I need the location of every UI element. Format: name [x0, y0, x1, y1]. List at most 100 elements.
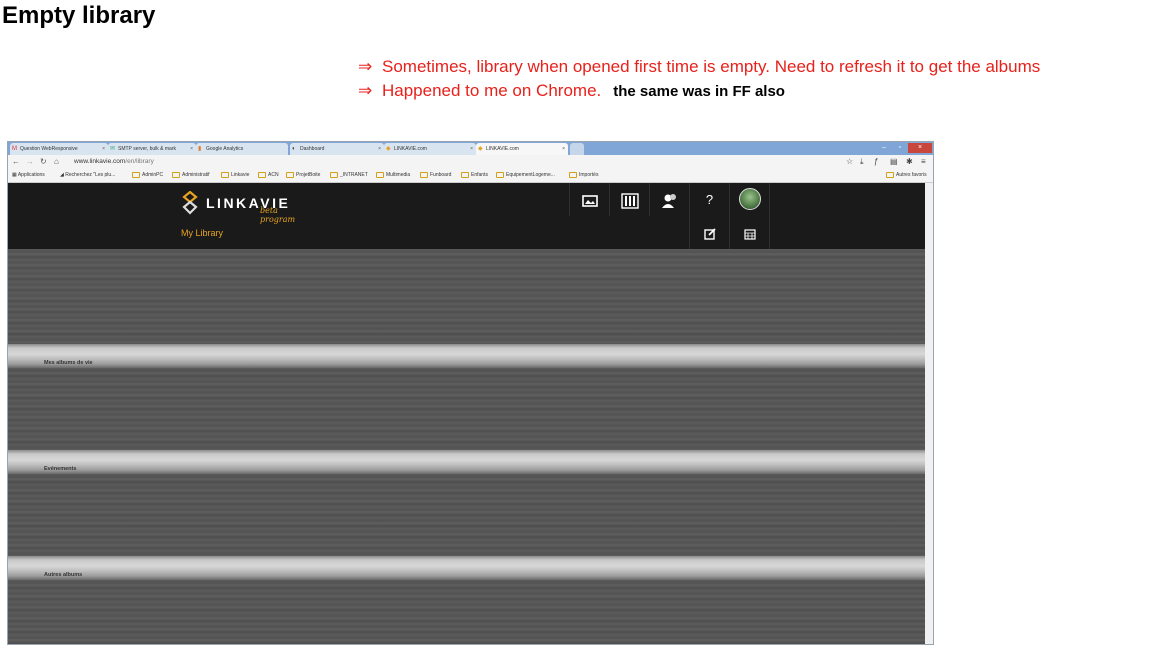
- photo-icon: [581, 194, 598, 207]
- close-icon[interactable]: ×: [378, 143, 381, 155]
- edit-button[interactable]: [689, 216, 729, 249]
- browser-screenshot: M Question WebResponsive × ✉ SMTP server,…: [7, 141, 934, 645]
- bookmark-label: Autres favoris: [896, 172, 927, 178]
- note-firefox-text: the same was in FF also: [613, 83, 785, 100]
- bookmarks-bar: ▦ Applications ◢ Recherchez "Les plu... …: [8, 169, 933, 183]
- calendar-icon: [743, 228, 756, 240]
- tab-analytics[interactable]: ▮ Google Analytics: [196, 143, 288, 155]
- close-icon[interactable]: ×: [102, 143, 105, 155]
- bookmark-importes[interactable]: Importés: [569, 171, 598, 180]
- minimize-icon[interactable]: –: [876, 143, 892, 153]
- bookmark-label: EquipementLogeme...: [506, 172, 555, 178]
- home-icon[interactable]: ⌂: [54, 156, 59, 168]
- shelf-label: Evénements: [44, 466, 77, 472]
- tab-label: Google Analytics: [206, 146, 244, 152]
- contacts-button[interactable]: [649, 183, 689, 216]
- download-icon[interactable]: ⤓: [860, 156, 864, 168]
- site-header: LINKAVIE beta program My Library ?: [8, 183, 927, 249]
- folder-icon: [461, 171, 469, 178]
- new-tab-button[interactable]: [570, 143, 584, 155]
- bookmark-enfants[interactable]: Enfants: [461, 171, 488, 180]
- print-icon[interactable]: ▤: [890, 156, 898, 168]
- shelf-label: Mes albums de vie: [44, 360, 93, 366]
- bookmark-projetboite[interactable]: ProjetBoite: [286, 171, 320, 180]
- breadcrumb-my-library[interactable]: My Library: [181, 228, 223, 238]
- bookmark-label: _INTRANET: [340, 172, 368, 178]
- tab-linkavie-active[interactable]: ◆ LINKAVIE.com ×: [476, 143, 568, 155]
- reload-icon[interactable]: ↻: [40, 156, 47, 168]
- tab-dashboard[interactable]: ◐ Dashboard ×: [290, 143, 384, 155]
- bookmark-linkavie[interactable]: Linkavie: [221, 171, 249, 180]
- bookmark-multimedia[interactable]: Multimedia: [376, 171, 410, 180]
- shelf-area: [8, 368, 927, 450]
- calendar-button[interactable]: [729, 216, 770, 249]
- bookmark-administratif[interactable]: Administratif: [172, 171, 210, 180]
- tab-bar: M Question WebResponsive × ✉ SMTP server,…: [8, 142, 933, 155]
- bookmark-label: ACN: [268, 172, 279, 178]
- close-icon[interactable]: ×: [470, 143, 473, 155]
- folder-icon: [132, 171, 140, 178]
- close-window-icon[interactable]: ×: [908, 143, 932, 153]
- tab-label: SMTP server, bulk & mark: [118, 146, 176, 152]
- folder-icon: [496, 171, 504, 178]
- folder-icon: [569, 171, 577, 178]
- bookmark-intranet[interactable]: _INTRANET: [330, 171, 368, 180]
- library-button[interactable]: [609, 183, 649, 216]
- dashboard-icon: ◐: [292, 146, 296, 152]
- gear-icon[interactable]: ✱: [906, 156, 913, 168]
- linkavie-logo-icon: [182, 191, 198, 215]
- star-icon[interactable]: ☆: [846, 156, 853, 168]
- linkavie-icon: ◆: [386, 146, 391, 152]
- bookmark-label: Funboard: [430, 172, 452, 178]
- shelf-area: [8, 249, 927, 344]
- analytics-icon: ▮: [198, 146, 202, 152]
- document-title: Empty library: [2, 2, 156, 29]
- shelf-mes-albums: Mes albums de vie: [8, 344, 927, 368]
- bookmark-label: AdminPC: [142, 172, 164, 178]
- bookmark-recherchez[interactable]: ◢ Recherchez "Les plu...: [60, 171, 115, 180]
- folder-icon: [420, 171, 428, 178]
- gmail-icon: M: [12, 146, 17, 152]
- help-label: ?: [705, 192, 714, 207]
- help-button[interactable]: ?: [689, 183, 729, 216]
- note-refresh: ⇒ Sometimes, library when opened first ti…: [358, 57, 1040, 77]
- note-chrome-text: Happened to me on Chrome.: [382, 81, 602, 100]
- restore-icon[interactable]: ▫: [892, 143, 908, 153]
- back-icon[interactable]: ←: [12, 156, 20, 168]
- tab-label: Dashboard: [300, 146, 325, 152]
- bookmark-funboard[interactable]: Funboard: [420, 171, 451, 180]
- bookmark-other[interactable]: Autres favoris: [886, 171, 927, 180]
- extension-icon[interactable]: ƒ: [874, 156, 878, 168]
- tab-smtp[interactable]: ✉ SMTP server, bulk & mark ×: [108, 143, 196, 155]
- forward-icon[interactable]: →: [26, 156, 34, 168]
- linkavie-page: LINKAVIE beta program My Library ? Mes a…: [8, 183, 927, 644]
- tab-linkavie-1[interactable]: ◆ LINKAVIE.com ×: [384, 143, 476, 155]
- scrollbar[interactable]: [925, 183, 933, 644]
- menu-icon[interactable]: ≡: [921, 156, 926, 168]
- tab-question[interactable]: M Question WebResponsive ×: [10, 143, 108, 155]
- bookmark-label: Applications: [17, 172, 45, 178]
- contacts-icon: [661, 193, 676, 208]
- shelf-label: Autres albums: [44, 572, 83, 578]
- logo-beta: beta program: [260, 206, 296, 224]
- bookmark-acn[interactable]: ACN: [258, 171, 279, 180]
- bookmark-equipement[interactable]: EquipementLogeme...: [496, 171, 555, 180]
- close-icon[interactable]: ×: [190, 143, 193, 155]
- folder-icon: [376, 171, 384, 178]
- bookmark-adminpc[interactable]: AdminPC: [132, 171, 163, 180]
- tab-label: LINKAVIE.com: [486, 146, 519, 152]
- edit-icon: [703, 227, 716, 240]
- library-icon: [620, 192, 639, 209]
- bookmark-label: Linkavie: [231, 172, 250, 178]
- avatar: [738, 188, 761, 211]
- photos-button[interactable]: [569, 183, 609, 216]
- folder-icon: [886, 171, 894, 178]
- url-field[interactable]: www.linkavie.com/en/library: [74, 157, 154, 167]
- profile-button[interactable]: [729, 183, 770, 216]
- url-path: /en/library: [125, 158, 154, 165]
- bookmark-label: ProjetBoite: [296, 172, 321, 178]
- bookmark-label: Enfants: [471, 172, 488, 178]
- tab-label: Question WebResponsive: [20, 146, 78, 152]
- bookmark-applications[interactable]: ▦ Applications: [12, 171, 45, 180]
- close-icon[interactable]: ×: [562, 143, 565, 155]
